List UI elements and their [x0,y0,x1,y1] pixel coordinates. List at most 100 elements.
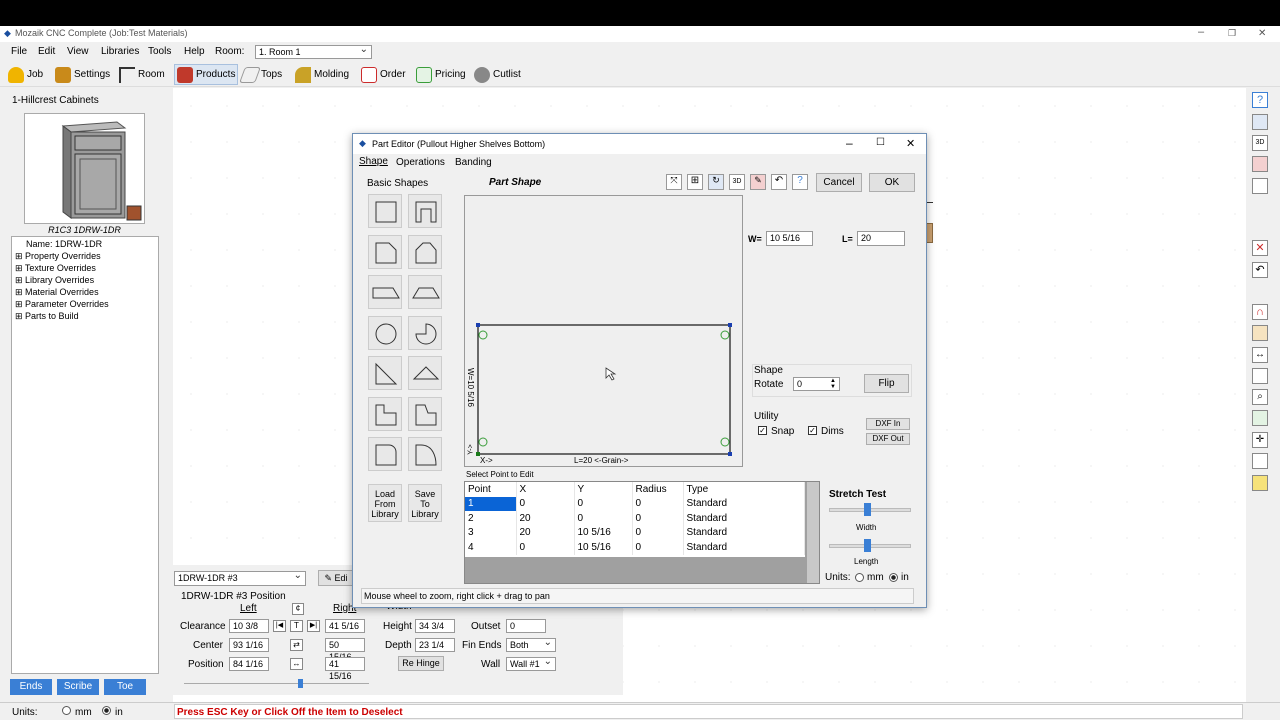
table-row[interactable]: 1 0 0 0 Standard [465,496,805,511]
product-instance-select[interactable]: 1DRW-1DR #3 [174,570,306,586]
edit-button[interactable]: ✎ Edi [318,570,354,586]
y-cell[interactable]: 0 [574,511,633,526]
scribe-button[interactable]: Scribe [57,679,99,695]
col-y[interactable]: Y [574,482,633,497]
paint-brush-icon[interactable]: ✎ [750,174,766,190]
dialog-maximize-icon[interactable]: ☐ [876,137,885,148]
cancel-button[interactable]: Cancel [816,173,862,192]
shape-triangle[interactable] [408,356,442,390]
dialog-units-in-radio[interactable] [889,573,898,582]
grid-icon[interactable] [1252,178,1268,194]
dialog-close-icon[interactable]: ✕ [906,137,915,150]
units-mm-radio[interactable] [62,706,71,715]
pencil-icon[interactable] [1252,368,1268,384]
col-type[interactable]: Type [683,482,805,497]
toolbar-pricing-button[interactable]: Pricing [414,64,468,85]
menu-edit[interactable]: Edit [38,46,55,57]
layers-icon[interactable] [1252,453,1268,469]
col-point[interactable]: Point [465,482,517,497]
position-slider-thumb[interactable] [298,679,303,688]
x-cell[interactable]: 20 [516,525,575,540]
grid-toggle-icon[interactable]: ⊞ [687,174,703,190]
delete-icon[interactable]: ✕ [1252,240,1268,256]
align-right-icon[interactable]: ▶| [307,620,320,632]
zoom-icon[interactable]: ⌕ [1252,389,1268,405]
shape-right-triangle[interactable] [368,356,402,390]
shape-pie[interactable] [408,316,442,350]
shape-angled-l[interactable] [408,397,442,431]
load-from-library-button[interactable]: Load From Library [368,484,402,522]
toolbar-tops-button[interactable]: Tops [239,64,284,85]
clearance-right-input[interactable]: 41 5/16 [325,619,365,633]
rotate-spinner-icon[interactable]: ▲ ▼ [830,378,836,390]
tab-shape[interactable]: Shape [359,156,388,167]
undo-icon[interactable]: ↶ [1252,262,1268,278]
y-cell[interactable]: 10 5/16 [574,525,633,540]
table-row[interactable]: 3 20 10 5/16 0 Standard [465,525,805,540]
type-cell[interactable]: Standard [683,540,805,555]
shape-clip-corner[interactable] [368,235,402,269]
x-cell[interactable]: 0 [516,540,575,555]
shape-notch[interactable] [408,194,442,228]
tree-texture-overrides[interactable]: ⊞ Texture Overrides [15,263,96,274]
dialog-units-mm-radio[interactable] [855,573,864,582]
shape-rectangle[interactable] [368,194,402,228]
position-left-input[interactable]: 84 1/16 [229,657,269,671]
point-cell[interactable]: 3 [465,525,517,540]
undo-shape-icon[interactable]: ↶ [771,174,787,190]
dxf-in-button[interactable]: DXF In [866,418,910,430]
wall-select[interactable]: Wall #1 [506,656,556,671]
tree-library-overrides[interactable]: ⊞ Library Overrides [15,275,94,286]
toolbar-order-button[interactable]: Order [359,64,408,85]
3d-icon[interactable]: 3D [729,174,745,190]
toolbar-products-button[interactable]: Products [174,64,239,85]
point-cell[interactable]: 4 [465,540,517,555]
tree-parts-to-build[interactable]: ⊞ Parts to Build [15,311,79,322]
radius-cell[interactable]: 0 [632,496,684,511]
toolbar-job-button[interactable]: Job [6,64,45,85]
close-icon[interactable]: ✕ [1258,28,1266,39]
rehinge-button[interactable]: Re Hinge [398,656,444,671]
shape-trapezoid[interactable] [408,275,442,309]
toolbar-molding-button[interactable]: Molding [293,64,351,85]
width-w-input[interactable]: 10 5/16 [766,231,813,246]
tools-icon[interactable] [1252,325,1268,341]
zoom-fit-icon[interactable] [1252,410,1268,426]
stretch-length-thumb[interactable] [864,539,871,552]
x-cell[interactable]: 0 [516,496,575,511]
toolbar-room-button[interactable]: Room [117,64,167,85]
flip-button[interactable]: Flip [864,374,909,393]
y-cell[interactable]: 0 [574,496,633,511]
radius-cell[interactable]: 0 [632,511,684,526]
tree-material-overrides[interactable]: ⊞ Material Overrides [15,287,99,298]
clearance-left-input[interactable]: 10 3/8 [229,619,269,633]
length-l-input[interactable]: 20 [857,231,905,246]
menu-tools[interactable]: Tools [148,46,171,57]
type-cell[interactable]: Standard [683,525,805,540]
point-cell[interactable]: 1 [465,496,517,511]
align-left-icon[interactable]: |◀ [273,620,286,632]
table-row[interactable]: 2 20 0 0 Standard [465,511,805,526]
room-select[interactable]: 1. Room 1 [255,44,372,59]
col-radius[interactable]: Radius [632,482,684,497]
magnet-icon[interactable]: ∩ [1252,304,1268,320]
radius-cell[interactable]: 0 [632,525,684,540]
ok-button[interactable]: OK [869,173,915,192]
tab-operations[interactable]: Operations [396,157,445,168]
menu-view[interactable]: View [67,46,89,57]
tree-parameter-overrides[interactable]: ⊞ Parameter Overrides [15,299,109,310]
dialog-minimize-icon[interactable]: – [846,136,853,150]
units-in-radio[interactable] [102,706,111,715]
help-icon[interactable]: ? [1252,92,1268,108]
toolbar-settings-button[interactable]: Settings [53,64,112,85]
shape-octagon[interactable] [408,235,442,269]
3d-view-icon[interactable]: 3D [1252,135,1268,151]
toolbar-cutlist-button[interactable]: Cutlist [472,64,523,85]
col-x[interactable]: X [516,482,575,497]
x-cell[interactable]: 20 [516,511,575,526]
paint-icon[interactable] [1252,156,1268,172]
center-right-input[interactable]: 50 15/16 [325,638,365,662]
depth-input[interactable]: 23 1/4 [415,638,455,652]
rotate-view-icon[interactable]: ↻ [708,174,724,190]
swap-icon[interactable]: ⇄ [290,639,303,651]
